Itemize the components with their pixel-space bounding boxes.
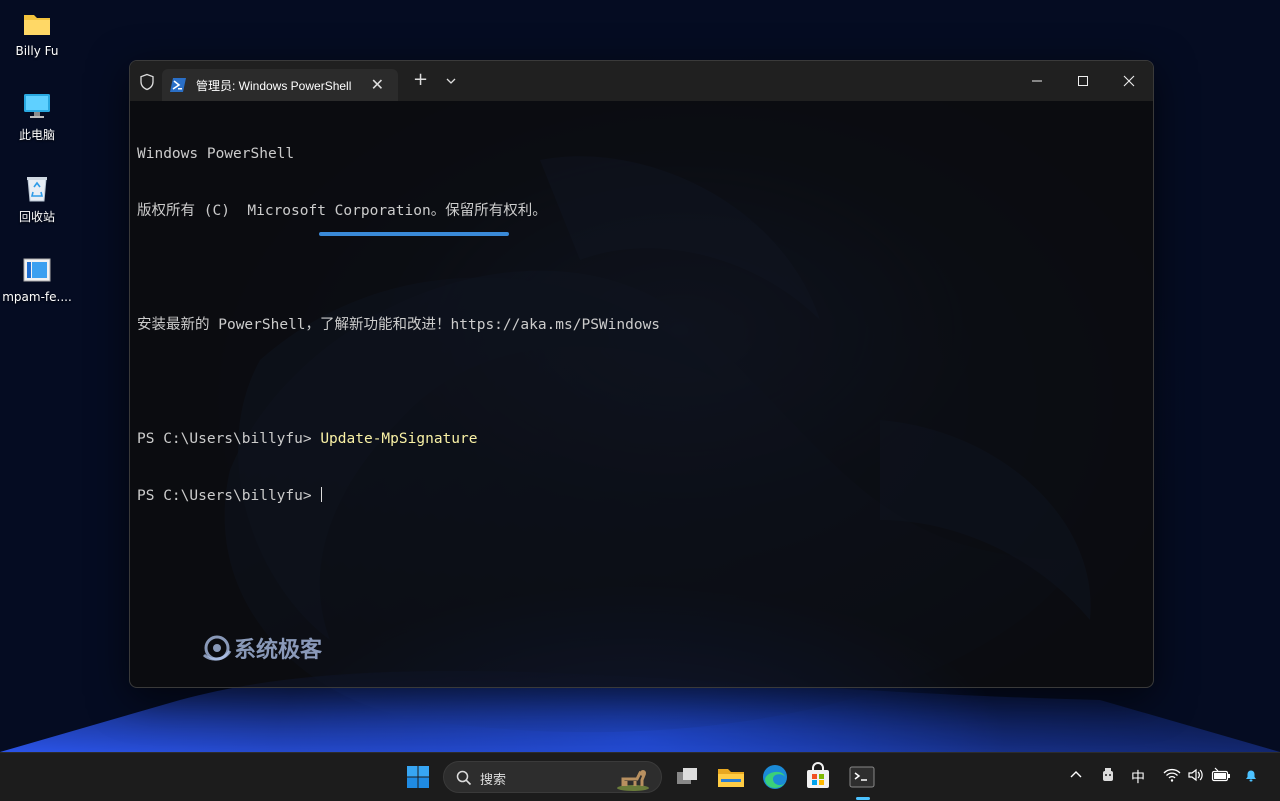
desktop-icon-label: 回收站	[18, 210, 55, 224]
console-line: 版权所有 (C) Microsoft Corporation。保留所有权利。	[137, 203, 547, 219]
tab-powershell[interactable]: 管理员: Windows PowerShell ✕	[162, 69, 398, 101]
desktop-icon-recycle-bin[interactable]: 回收站	[0, 164, 74, 225]
search-icon	[456, 770, 472, 786]
notification-bell-icon[interactable]	[1243, 767, 1259, 787]
new-tab-button[interactable]: +	[413, 71, 428, 89]
close-window-button[interactable]	[1106, 67, 1152, 95]
highlight-underline	[319, 232, 509, 236]
close-tab-button[interactable]: ✕	[371, 75, 384, 94]
watermark: 系统极客	[202, 633, 322, 663]
recycle-bin-icon	[21, 172, 53, 204]
desktop-icon-this-pc[interactable]: 此电脑	[0, 82, 74, 143]
prompt: PS C:\Users\billyfu>	[137, 488, 312, 504]
title-bar[interactable]: 管理员: Windows PowerShell ✕ +	[130, 61, 1153, 101]
this-pc-icon	[21, 90, 53, 122]
chevron-up-icon	[1070, 771, 1082, 778]
powershell-icon	[170, 77, 186, 92]
command-text: Update-MpSignature	[320, 431, 478, 447]
search-box[interactable]: 搜索	[443, 761, 662, 793]
tray-app-icon-button[interactable]	[1100, 767, 1116, 787]
admin-shield-icon	[138, 73, 156, 91]
search-placeholder: 搜索	[480, 773, 507, 788]
wifi-icon[interactable]	[1163, 767, 1181, 787]
tray-app-icon	[1103, 768, 1113, 781]
console-line: 安装最新的 PowerShell，了解新功能和改进！https://aka.ms…	[137, 317, 661, 333]
store-icon	[807, 762, 829, 788]
show-hidden-icons-button[interactable]	[1068, 767, 1084, 787]
volume-icon[interactable]	[1187, 767, 1205, 787]
task-view-icon	[677, 768, 697, 784]
file-explorer-icon	[718, 769, 744, 787]
desktop-icon-mpam-fe[interactable]: mpam-fe....	[0, 246, 74, 304]
console-output[interactable]: Windows PowerShell 版权所有 (C) Microsoft Co…	[137, 107, 1153, 687]
installer-file-icon	[21, 254, 53, 286]
desktop-icon-label: 此电脑	[18, 128, 55, 142]
windows-logo-icon	[407, 766, 429, 788]
console-line: Windows PowerShell	[137, 146, 295, 162]
prompt-line[interactable]: PS C:\Users\billyfu>	[137, 487, 1153, 506]
terminal-window[interactable]: 管理员: Windows PowerShell ✕ + Windows Powe…	[129, 60, 1154, 688]
terminal-icon	[849, 766, 875, 788]
minimize-button[interactable]	[1014, 67, 1060, 95]
watermark-logo-icon	[202, 635, 232, 661]
search-highlight-pony-icon	[613, 764, 653, 792]
terminal-taskbar-button[interactable]	[846, 761, 878, 793]
watermark-text: 系统极客	[234, 638, 323, 663]
maximize-button[interactable]	[1060, 67, 1106, 95]
file-explorer-button[interactable]	[715, 761, 747, 793]
input-method-indicator[interactable]: 中	[1131, 767, 1145, 787]
folder-icon	[21, 8, 53, 40]
battery-icon[interactable]	[1211, 767, 1231, 787]
tab-title: 管理员: Windows PowerShell	[196, 79, 352, 93]
prompt: PS C:\Users\billyfu>	[137, 431, 321, 447]
taskbar: 搜索 中	[0, 752, 1280, 801]
microsoft-store-button[interactable]	[802, 761, 834, 793]
command-line: PS C:\Users\billyfu> Update-MpSignature	[137, 430, 1153, 449]
start-button[interactable]	[402, 761, 434, 793]
task-view-button[interactable]	[671, 761, 703, 793]
chevron-down-icon[interactable]	[444, 73, 458, 87]
desktop-icon-label: Billy Fu	[15, 44, 59, 58]
desktop-icon-label: mpam-fe....	[2, 290, 72, 304]
edge-browser-button[interactable]	[759, 761, 791, 793]
text-cursor	[320, 487, 322, 502]
desktop-icon-billy-fu[interactable]: Billy Fu	[0, 0, 74, 58]
edge-icon	[763, 765, 787, 789]
